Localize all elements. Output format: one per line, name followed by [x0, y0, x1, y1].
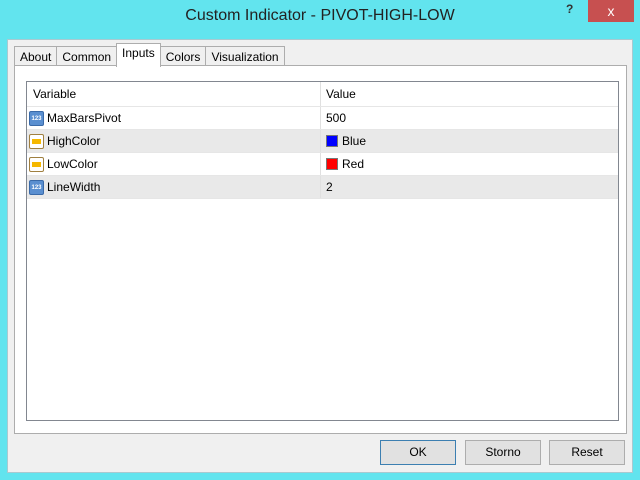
- table-row[interactable]: 123 MaxBarsPivot 500: [27, 107, 618, 130]
- variable-name: HighColor: [47, 133, 101, 148]
- table-row[interactable]: LowColor Red: [27, 153, 618, 176]
- close-button[interactable]: x: [588, 0, 634, 22]
- color-swatch: [326, 135, 338, 147]
- table-row[interactable]: HighColor Blue: [27, 130, 618, 153]
- window-title: Custom Indicator - PIVOT-HIGH-LOW: [185, 7, 455, 24]
- tab-common[interactable]: Common: [56, 46, 118, 67]
- tab-about[interactable]: About: [14, 46, 58, 67]
- reset-button[interactable]: Reset: [549, 440, 625, 465]
- value-field[interactable]: 2: [326, 176, 333, 199]
- tab-visualization[interactable]: Visualization: [205, 46, 285, 67]
- inputs-table: Variable Value 123 MaxBarsPivot 500 HighC…: [26, 81, 619, 421]
- value-field[interactable]: 500: [326, 107, 346, 130]
- color-icon: [29, 156, 44, 172]
- tab-bar: About Common Inputs Colors Visualization: [14, 43, 285, 67]
- value-field[interactable]: Red: [342, 153, 364, 176]
- number-icon: 123: [29, 110, 44, 126]
- column-header-variable[interactable]: Variable: [27, 82, 321, 106]
- variable-name: LineWidth: [47, 179, 101, 194]
- table-header: Variable Value: [27, 82, 618, 107]
- help-button[interactable]: ?: [566, 2, 580, 20]
- value-field[interactable]: Blue: [342, 130, 366, 153]
- variable-name: LowColor: [47, 156, 98, 171]
- color-swatch: [326, 158, 338, 170]
- table-row[interactable]: 123 LineWidth 2: [27, 176, 618, 199]
- column-header-value[interactable]: Value: [321, 82, 618, 106]
- color-icon: [29, 133, 44, 149]
- variable-name: MaxBarsPivot: [47, 110, 122, 125]
- tab-inputs[interactable]: Inputs: [116, 43, 161, 67]
- tab-colors[interactable]: Colors: [159, 46, 207, 67]
- inputs-panel: Variable Value 123 MaxBarsPivot 500 HighC…: [14, 65, 627, 434]
- number-icon: 123: [29, 179, 44, 195]
- ok-button[interactable]: OK: [380, 440, 456, 465]
- cancel-button[interactable]: Storno: [465, 440, 541, 465]
- dialog-body: About Common Inputs Colors Visualization…: [7, 39, 633, 473]
